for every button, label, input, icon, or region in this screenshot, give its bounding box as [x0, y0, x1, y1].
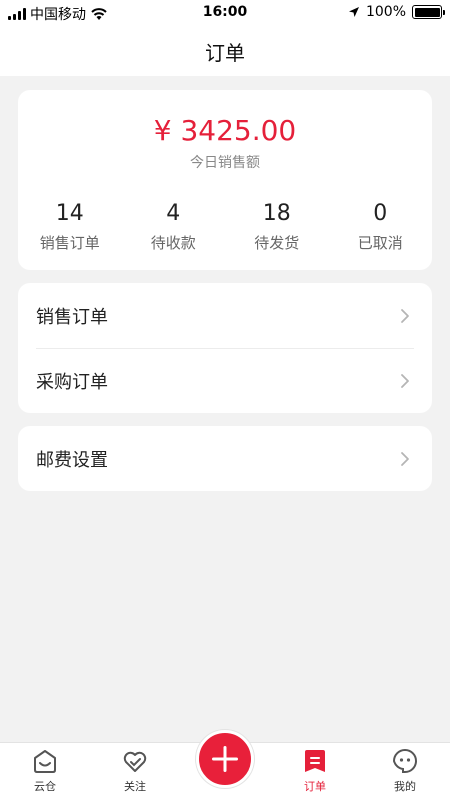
tab-label: 我的 [394, 780, 416, 793]
stat-label: 待发货 [254, 234, 300, 252]
heart-icon [123, 751, 147, 772]
tab-warehouse[interactable]: 云仓 [0, 743, 90, 800]
stat-sales-orders[interactable]: 14 销售订单 [18, 200, 122, 253]
stat-label: 已取消 [357, 234, 403, 252]
menu-item-label: 销售订单 [36, 306, 108, 328]
menu-item-shipping-settings[interactable]: 邮费设置 [18, 426, 432, 491]
chevron-right-icon [401, 309, 409, 323]
sales-amount: ¥ 3425.00 [153, 114, 297, 147]
order-stats: 14 销售订单 4 待收款 18 待发货 0 已取消 [18, 200, 432, 253]
page-title: 订单 [205, 40, 245, 65]
tab-label: 订单 [304, 780, 326, 793]
stat-label: 待收款 [150, 234, 196, 252]
orders-menu-card: 销售订单 采购订单 [18, 283, 432, 413]
tab-label: 关注 [124, 780, 146, 793]
battery-percent: 100% [365, 4, 406, 20]
warehouse-icon [34, 750, 56, 773]
add-button[interactable] [196, 730, 254, 788]
menu-item-purchase-orders[interactable]: 采购订单 [18, 348, 432, 413]
stat-pending-shipment[interactable]: 18 待发货 [225, 200, 329, 253]
menu-item-sales-orders[interactable]: 销售订单 [18, 283, 432, 348]
plus-icon [212, 746, 238, 772]
battery-fill [414, 7, 440, 17]
menu-item-label: 邮费设置 [36, 449, 108, 471]
chevron-right-icon [401, 452, 409, 466]
nav-bar: 订单 [0, 26, 450, 76]
status-bar: 中国移动 16:00 100% [0, 0, 450, 26]
tab-label: 云仓 [34, 780, 56, 793]
tab-profile[interactable]: 我的 [360, 743, 450, 800]
status-right: 100% [348, 4, 445, 20]
sales-summary-card: ¥ 3425.00 今日销售额 14 销售订单 4 待收款 18 待发货 0 已… [18, 90, 432, 270]
menu-item-label: 采购订单 [36, 371, 108, 393]
stat-value: 18 [262, 201, 291, 226]
battery-icon [412, 5, 445, 19]
tab-orders[interactable]: 订单 [270, 743, 360, 800]
stat-value: 14 [55, 201, 84, 226]
settings-menu-card: 邮费设置 [18, 426, 432, 491]
chevron-right-icon [401, 374, 409, 388]
order-icon [305, 750, 325, 772]
stat-cancelled[interactable]: 0 已取消 [329, 200, 433, 253]
stat-pending-payment[interactable]: 4 待收款 [122, 200, 226, 253]
sales-amount-label: 今日销售额 [190, 155, 260, 171]
stat-label: 销售订单 [39, 234, 100, 252]
tab-follow[interactable]: 关注 [90, 743, 180, 800]
profile-icon [392, 748, 418, 773]
stat-value: 0 [373, 201, 388, 226]
stat-value: 4 [166, 201, 181, 226]
location-arrow-icon [348, 7, 359, 17]
